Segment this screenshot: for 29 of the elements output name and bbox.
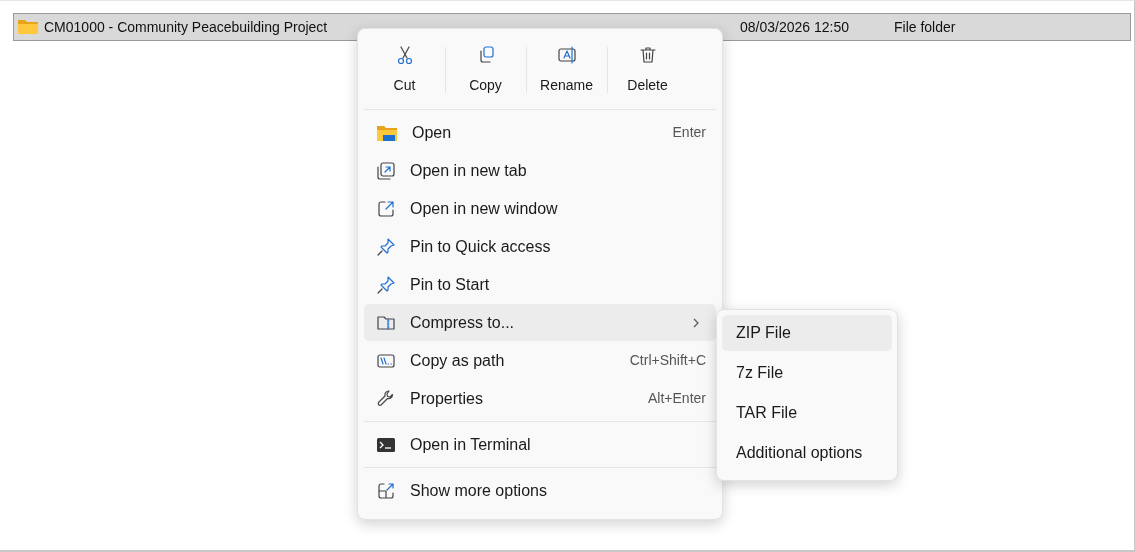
menu-item[interactable]: Copy as path Ctrl+Shift+C: [364, 342, 716, 379]
shortcut-text: Ctrl+Shift+C: [629, 351, 706, 370]
share-window-icon: [376, 480, 396, 501]
shortcut-text: Enter: [672, 123, 706, 142]
file-type: File folder: [894, 17, 956, 37]
menu-item[interactable]: Open in new window: [364, 190, 716, 227]
submenu-item[interactable]: ZIP File: [722, 315, 892, 351]
submenu-item[interactable]: Additional options: [722, 435, 892, 471]
rename-icon: [556, 44, 577, 65]
new-window-icon: [376, 198, 396, 219]
pin-icon: [376, 236, 396, 257]
date-modified: 08/03/2026 12:50: [740, 17, 849, 37]
folder-icon: [18, 19, 38, 35]
shortcut-text: Alt+Enter: [648, 389, 706, 408]
pin-icon: [376, 274, 396, 295]
menu-item[interactable]: Show more options: [364, 472, 716, 509]
menu-item[interactable]: Open Enter: [364, 114, 716, 151]
chevron-icon: [692, 316, 700, 329]
file-name: CM01000 - Community Peacebuilding Project: [44, 17, 329, 37]
new-tab-icon: [376, 160, 396, 181]
menu-item[interactable]: Open in Terminal: [364, 426, 716, 463]
wrench-icon: [376, 388, 396, 409]
menu-item[interactable]: Properties Alt+Enter: [364, 380, 716, 417]
menu-item[interactable]: Open in new tab: [364, 152, 716, 189]
menu-item[interactable]: Pin to Quick access: [364, 228, 716, 265]
submenu-item[interactable]: TAR File: [722, 395, 892, 431]
submenu-item[interactable]: 7z File: [722, 355, 892, 391]
menu-item[interactable]: Pin to Start: [364, 266, 716, 303]
menu-item[interactable]: Compress to...: [364, 304, 716, 341]
